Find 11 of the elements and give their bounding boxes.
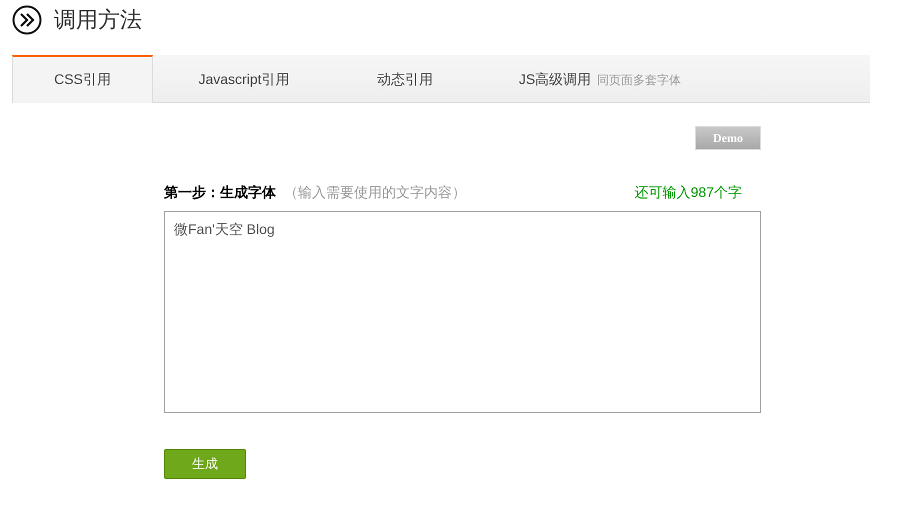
character-count: 还可输入987个字	[634, 184, 742, 202]
tab-note: 同页面多套字体	[597, 72, 682, 88]
tab[interactable]: 动态引用	[335, 55, 475, 103]
step-hint: （输入需要使用的文字内容）	[284, 184, 466, 202]
section-title: 调用方法	[54, 6, 142, 34]
tab[interactable]: Javascript引用	[153, 55, 335, 103]
double-chevron-icon	[12, 5, 42, 35]
tab[interactable]: JS高级调用 同页面多套字体	[475, 55, 725, 103]
tab[interactable]: CSS引用	[12, 55, 153, 103]
text-input-field[interactable]: 微Fan'天空 Blog	[164, 211, 761, 413]
step-label: 第一步：生成字体	[164, 184, 276, 202]
